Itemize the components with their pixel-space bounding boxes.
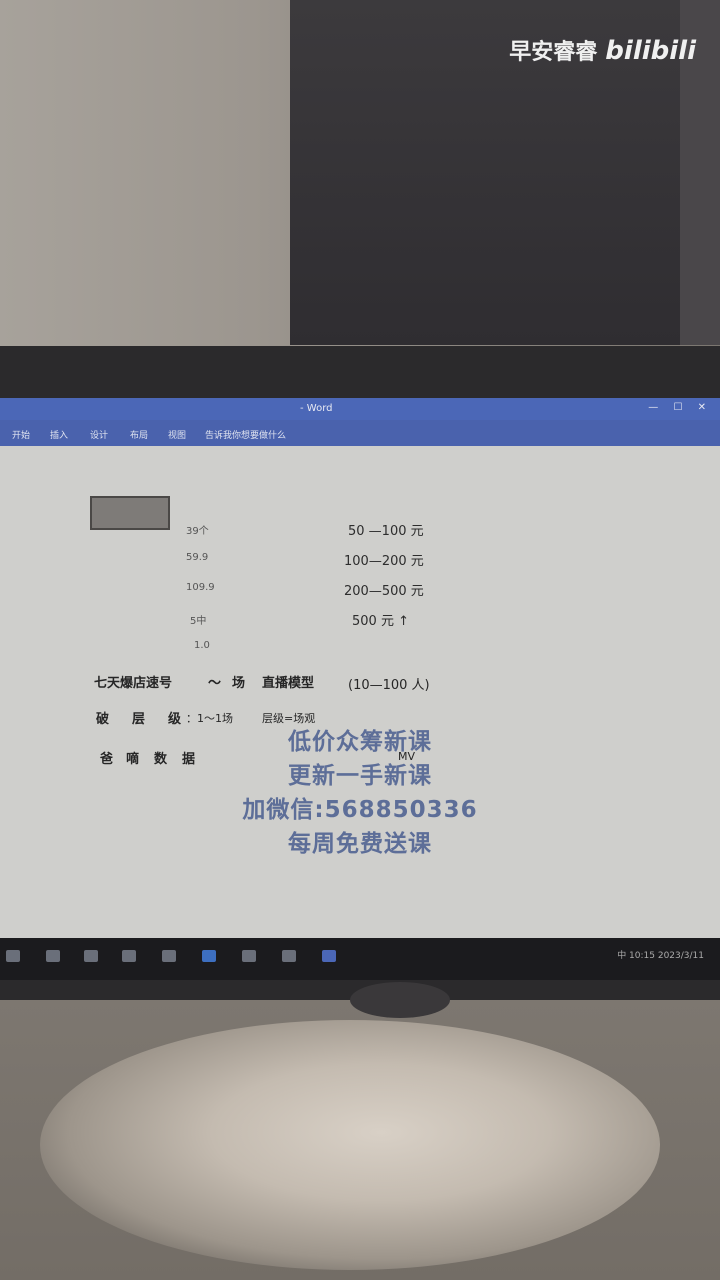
video-watermark: 早安睿睿 bilibili [509, 34, 696, 66]
system-tray[interactable]: 中 10:15 2023/3/11 [617, 948, 704, 961]
tier-label: 39个 [186, 526, 209, 537]
line1-chang: 场 [232, 676, 246, 691]
taskbar-app-icon[interactable] [242, 950, 256, 962]
promo-overlay-line: 加微信:568850336 [242, 797, 478, 823]
channel-name: 早安睿睿 [509, 40, 598, 65]
bilibili-logo: bilibili [605, 36, 696, 66]
document-page: 39个 50 —100 元 59.9 100—200 元 109.9 200—5… [0, 446, 720, 953]
tab-home[interactable]: 开始 [12, 428, 30, 441]
taskbar-app-icon[interactable] [282, 950, 296, 962]
word-titlebar: - Word — ☐ ✕ [0, 398, 720, 420]
tier-range: 50 —100 元 [348, 524, 424, 539]
word-icon[interactable] [322, 950, 336, 962]
tier-range: 100—200 元 [344, 554, 424, 569]
line1-range: (10—100 人) [348, 678, 430, 693]
line1-title: 七天爆店速号 [94, 676, 173, 691]
tier-label: 109.9 [186, 582, 215, 593]
tab-view[interactable]: 视图 [168, 428, 186, 441]
tier-label: 5中 [190, 616, 207, 627]
taskbar-app-icon[interactable] [162, 950, 176, 962]
line1-model: 直播模型 [262, 676, 315, 691]
taskbar-app-icon[interactable] [84, 950, 98, 962]
tab-layout[interactable]: 布局 [130, 428, 148, 441]
tab-insert[interactable]: 插入 [50, 428, 68, 441]
promo-overlay-line: 每周免费送课 [288, 831, 432, 857]
promo-overlay-line: 低价众筹新课 [288, 729, 432, 755]
tab-design[interactable]: 设计 [90, 428, 108, 441]
taskbar-app-icon[interactable] [46, 950, 60, 962]
tier-label: 1.0 [194, 640, 210, 651]
start-icon[interactable] [6, 950, 20, 962]
hand-blur [40, 1020, 660, 1270]
tier-range: 500 元 ↑ [352, 614, 409, 629]
taskbar-app-icon[interactable] [122, 950, 136, 962]
window-controls[interactable]: — ☐ ✕ [648, 402, 712, 413]
computer-mouse [350, 982, 450, 1018]
windows-taskbar: 中 10:15 2023/3/11 [0, 938, 720, 980]
window-title: - Word [300, 403, 333, 414]
redacted-stamp [90, 496, 170, 530]
edge-icon[interactable] [202, 950, 216, 962]
ribbon-tabs: 开始 插入 设计 布局 视图 告诉我你想要做什么 [0, 420, 720, 446]
line1-tilde: ～ [208, 676, 222, 691]
tier-label: 59.9 [186, 552, 209, 563]
monitor-screen: - Word — ☐ ✕ 开始 插入 设计 布局 视图 告诉我你想要做什么 39… [0, 398, 720, 953]
tell-me-search[interactable]: 告诉我你想要做什么 [205, 428, 286, 441]
promo-overlay-line: 更新一手新课 [288, 763, 432, 789]
tier-range: 200—500 元 [344, 584, 424, 599]
